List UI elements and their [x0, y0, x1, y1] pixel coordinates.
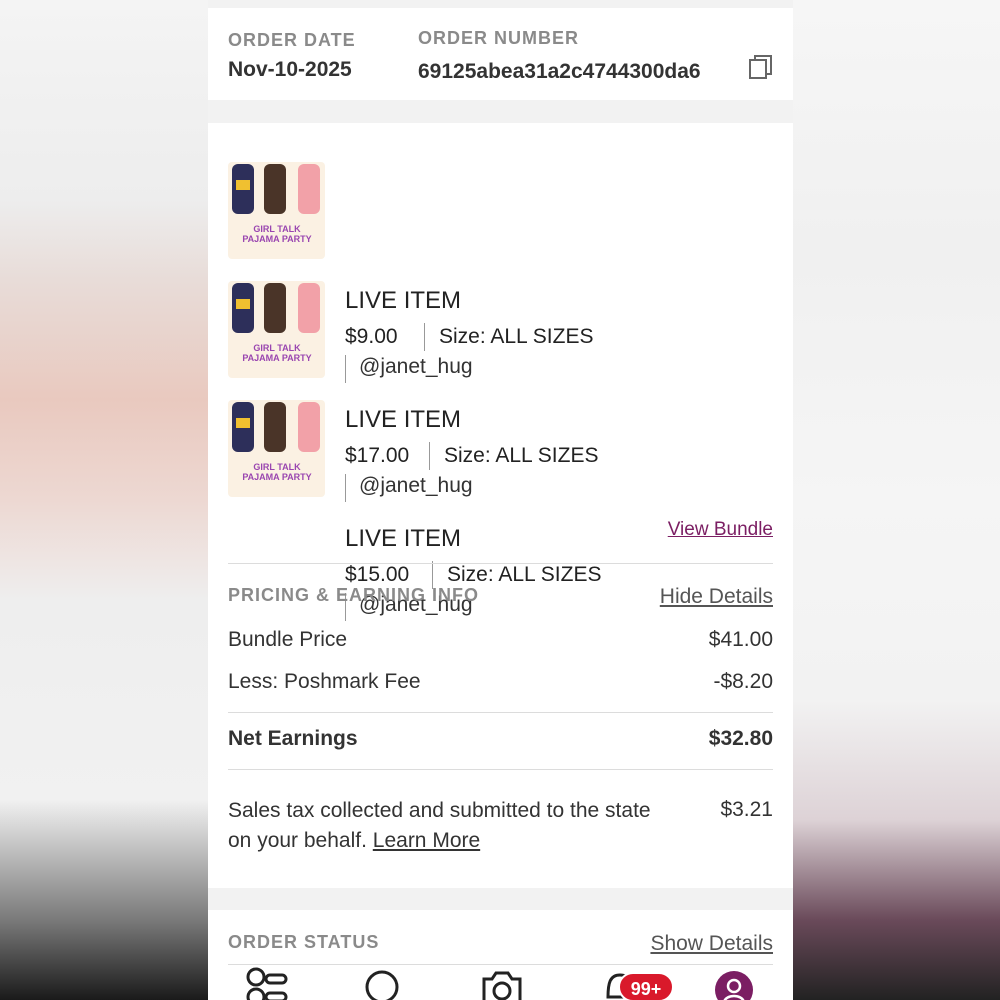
view-bundle-link[interactable]: View Bundle [668, 519, 773, 541]
item-seller[interactable]: @janet_hug [359, 355, 473, 379]
item-thumbnail[interactable]: GIRL TALK PAJAMA PARTY [228, 400, 325, 497]
pajama-figures-image [232, 283, 320, 333]
item-title: LIVE ITEM [345, 287, 462, 314]
search-icon[interactable] [364, 965, 404, 1000]
order-number-label: ORDER NUMBER [418, 28, 580, 48]
item-price: $17.00 [345, 444, 410, 467]
app-screen: ORDER DATE Nov-10-2025 ORDER NUMBER 6912… [208, 0, 793, 1000]
item-size: Size: ALL SIZES [439, 325, 594, 348]
item-size: Size: ALL SIZES [447, 563, 602, 586]
order-number-value: 69125abea31a2c4744300da6 [418, 60, 701, 83]
item-seller[interactable]: @janet_hug [359, 474, 473, 498]
item-price: $15.00 [345, 563, 410, 586]
divider [228, 563, 773, 564]
notifications-badge: 99+ [618, 972, 674, 1000]
item-price: $9.00 [345, 325, 398, 348]
order-date-label: ORDER DATE [228, 30, 356, 50]
divider [345, 355, 346, 383]
feed-icon[interactable] [244, 965, 290, 1000]
background-right [792, 0, 1000, 1000]
poshmark-fee-value: -$8.20 [713, 670, 773, 693]
order-header-card: ORDER DATE Nov-10-2025 ORDER NUMBER 6912… [208, 8, 793, 100]
camera-icon[interactable] [480, 965, 524, 1000]
bundle-price-value: $41.00 [708, 628, 773, 651]
thumbnail-caption: GIRL TALK PAJAMA PARTY [242, 462, 312, 482]
order-items-card: GIRL TALK PAJAMA PARTY LIVE ITEM $9.00 S… [208, 123, 793, 888]
copy-icon[interactable] [748, 54, 774, 80]
pricing-heading: PRICING & EARNING INFO [228, 585, 480, 605]
item-thumbnail[interactable]: GIRL TALK PAJAMA PARTY [228, 162, 325, 259]
hide-details-link[interactable]: Hide Details [660, 585, 773, 609]
pajama-figures-image [232, 402, 320, 452]
net-earnings-value: $32.80 [708, 727, 773, 750]
divider [345, 474, 346, 502]
bundle-price-label: Bundle Price [228, 628, 348, 651]
order-status-heading: ORDER STATUS [228, 932, 380, 952]
thumbnail-caption: GIRL TALK PAJAMA PARTY [242, 224, 312, 244]
poshmark-fee-label: Less: Poshmark Fee [228, 670, 421, 693]
divider [424, 323, 425, 351]
learn-more-link[interactable]: Learn More [373, 829, 480, 852]
pajama-figures-image [232, 164, 320, 214]
divider [228, 712, 773, 713]
item-thumbnail[interactable]: GIRL TALK PAJAMA PARTY [228, 281, 325, 378]
item-size: Size: ALL SIZES [444, 444, 599, 467]
thumbnail-caption: GIRL TALK PAJAMA PARTY [242, 343, 312, 363]
item-title: LIVE ITEM [345, 406, 462, 433]
show-details-link[interactable]: Show Details [650, 932, 773, 956]
net-earnings-label: Net Earnings [228, 727, 358, 750]
divider [429, 442, 430, 470]
order-date-value: Nov-10-2025 [228, 58, 352, 81]
sales-tax-note: Sales tax collected and submitted to the… [228, 796, 668, 856]
background-left [0, 0, 208, 1000]
divider [228, 769, 773, 770]
profile-avatar-icon[interactable] [714, 970, 754, 1000]
item-title: LIVE ITEM [345, 525, 462, 552]
sales-tax-value: $3.21 [720, 798, 773, 821]
